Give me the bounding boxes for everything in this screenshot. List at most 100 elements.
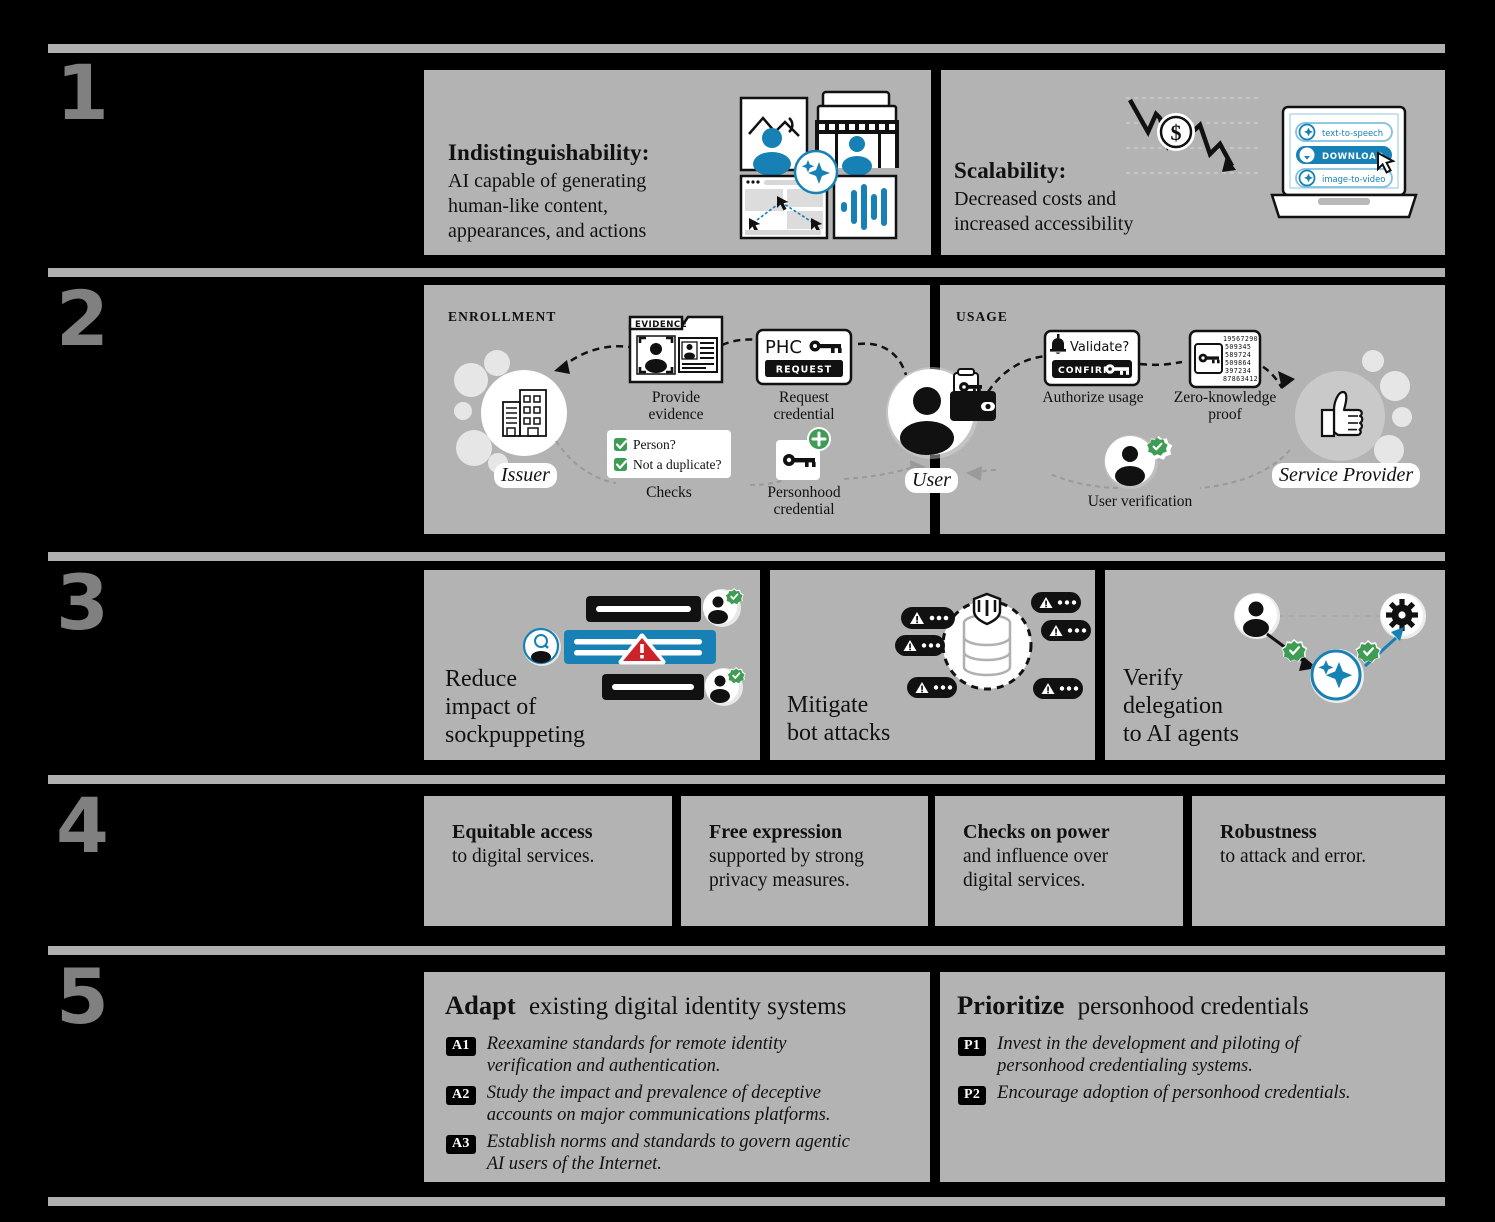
- checks-caption: Checks: [619, 484, 719, 501]
- decorative-dot: [1380, 371, 1410, 401]
- recommendation-line: Establish norms and standards to govern …: [486, 1132, 850, 1152]
- recommendation-text: Reexamine standards for remote identity …: [487, 1034, 787, 1078]
- panel-sockpuppeting: Reduce impact of sockpuppeting: [424, 570, 760, 760]
- zkp-digit-line: 397234: [1225, 367, 1251, 375]
- checks-box-icon: Person? Not a duplicate?: [607, 430, 731, 478]
- personhood-credential-key-icon: [776, 427, 831, 480]
- indistinguishability-line-1: AI capable of generating: [448, 170, 647, 192]
- value-line: to attack and error.: [1220, 845, 1367, 867]
- decorative-dot: [454, 363, 488, 397]
- prioritize-heading-bold: Prioritize: [957, 990, 1065, 1020]
- personhood-credential-caption: Personhood credential: [754, 484, 854, 518]
- recommendation-text: Encourage adoption of personhood credent…: [997, 1083, 1350, 1105]
- wallet-icon: [950, 368, 996, 421]
- recommendation-p2: P2 Encourage adoption of personhood cred…: [958, 1083, 1428, 1105]
- panel-checks-on-power: Checks on power and influence over digit…: [935, 796, 1183, 926]
- adapt-heading-rest: existing digital identity systems: [528, 993, 847, 1020]
- adapt-heading-bold: Adapt: [445, 990, 516, 1020]
- value-title: Equitable access: [452, 821, 593, 843]
- validate-card-title: Validate?: [1070, 340, 1129, 355]
- zero-knowledge-proof-caption: Zero-knowledge proof: [1155, 389, 1295, 423]
- delegation-flow-icon: [1234, 593, 1426, 703]
- value-title: Free expression: [709, 821, 843, 843]
- user-label: User: [905, 468, 958, 493]
- evidence-folder-icon: EVIDENCE: [628, 315, 724, 384]
- text-line: sockpuppeting: [445, 721, 585, 748]
- recommendation-line: AI users of the Internet.: [486, 1153, 662, 1174]
- panel-equitable-access: Equitable access to digital services.: [424, 796, 672, 926]
- enrollment-label: ENROLLMENT: [448, 309, 557, 324]
- divider-rule-top: [48, 44, 1445, 53]
- caption-line: Authorize usage: [1042, 389, 1144, 406]
- zkp-digit-line: 509864: [1225, 359, 1251, 367]
- user-node-icon: [886, 367, 996, 459]
- value-line: digital services.: [963, 869, 1086, 891]
- panel-scalability: Scalability: Decreased costs and increas…: [941, 70, 1445, 255]
- shield-icon: [972, 592, 1002, 626]
- ai-media-collage-icon: [739, 90, 899, 240]
- bot-attack-database-icon: [895, 592, 1091, 699]
- section-number-2: 2: [56, 274, 109, 363]
- value-title: Robustness: [1220, 821, 1317, 843]
- recommendation-line: Encourage adoption of personhood credent…: [997, 1083, 1351, 1103]
- usage-label: USAGE: [956, 309, 1009, 324]
- panel-verify-delegation: Verify delegation to AI agents: [1105, 570, 1445, 760]
- laptop-icon: text-to-speech DOWNLOAD image-to-video: [1270, 105, 1418, 219]
- zkp-digit-line: 19567290: [1223, 335, 1258, 343]
- adapt-heading: Adapt existing digital identity systems: [445, 990, 846, 1021]
- section-number-4: 4: [56, 781, 109, 870]
- recommendation-tag: A1: [446, 1037, 476, 1056]
- provide-evidence-caption: Provide evidence: [626, 389, 726, 423]
- divider-rule-bottom: [48, 1197, 1445, 1206]
- sockpuppet-posts-icon: [522, 588, 746, 706]
- divider-rule-4: [48, 946, 1445, 955]
- panel-adapt: Adapt existing digital identity systems …: [424, 972, 930, 1182]
- checks-on-power-text: Checks on power and influence over digit…: [963, 820, 1110, 892]
- prioritize-heading: Prioritize personhood credentials: [957, 990, 1309, 1021]
- value-line: privacy measures.: [709, 869, 850, 891]
- value-line: supported by strong: [709, 845, 864, 867]
- caption-line: Zero-knowledge: [1173, 389, 1277, 406]
- decorative-dot: [1362, 350, 1384, 372]
- recommendation-line: Invest in the development and piloting o…: [997, 1034, 1300, 1054]
- divider-rule-1: [48, 268, 1445, 277]
- thumbs-up-icon: [1320, 390, 1364, 438]
- divider-rule-3: [48, 775, 1445, 784]
- recommendation-a2: A2 Study the impact and prevalence of de…: [446, 1083, 916, 1127]
- confirm-button-label: CONFIRM: [1058, 365, 1113, 376]
- caption-line: credential: [773, 501, 835, 519]
- check-label-2: Not a duplicate?: [633, 457, 721, 472]
- verified-badge-icon: [1355, 640, 1382, 663]
- recommendation-tag: A2: [446, 1086, 476, 1105]
- phc-card-title: PHC: [765, 337, 802, 358]
- bot-attacks-text: Mitigate bot attacks: [787, 692, 890, 748]
- equitable-access-text: Equitable access to digital services.: [452, 820, 594, 869]
- robustness-text: Robustness to attack and error.: [1220, 820, 1366, 869]
- panel-robustness: Robustness to attack and error.: [1192, 796, 1445, 926]
- indistinguishability-line-3: appearances, and actions: [448, 219, 647, 242]
- prioritize-heading-rest: personhood credentials: [1077, 993, 1309, 1020]
- section-number-1: 1: [56, 48, 109, 137]
- laptop-button-label-1: text-to-speech: [1322, 128, 1383, 138]
- recommendation-a1: A1 Reexamine standards for remote identi…: [446, 1034, 916, 1078]
- recommendation-tag: A3: [446, 1135, 476, 1154]
- value-title: Checks on power: [963, 821, 1110, 843]
- phc-card-button-label: REQUEST: [776, 365, 832, 376]
- authorize-usage-caption: Authorize usage: [1028, 389, 1158, 406]
- authorize-usage-card-icon: Validate? CONFIRM: [1043, 329, 1141, 387]
- panel-bot-attacks: Mitigate bot attacks: [770, 570, 1095, 760]
- recommendation-line: Reexamine standards for remote identity: [486, 1034, 787, 1054]
- panel-free-expression: Free expression supported by strong priv…: [681, 796, 928, 926]
- zkp-digit-line: 87863412: [1223, 375, 1258, 383]
- user-verification-icon: [1104, 435, 1173, 489]
- recommendation-line: Study the impact and prevalence of decep…: [486, 1083, 821, 1103]
- dollar-symbol: $: [1171, 120, 1182, 145]
- free-expression-text: Free expression supported by strong priv…: [709, 820, 864, 892]
- building-icon: [502, 389, 547, 437]
- request-credential-caption: Request credential: [754, 389, 854, 423]
- recommendation-tag: P2: [958, 1086, 987, 1105]
- caption-line: Checks: [646, 484, 692, 501]
- check-label-1: Person?: [633, 437, 676, 452]
- recommendation-p1: P1 Invest in the development and pilotin…: [958, 1034, 1428, 1078]
- recommendation-tag: P1: [958, 1037, 987, 1056]
